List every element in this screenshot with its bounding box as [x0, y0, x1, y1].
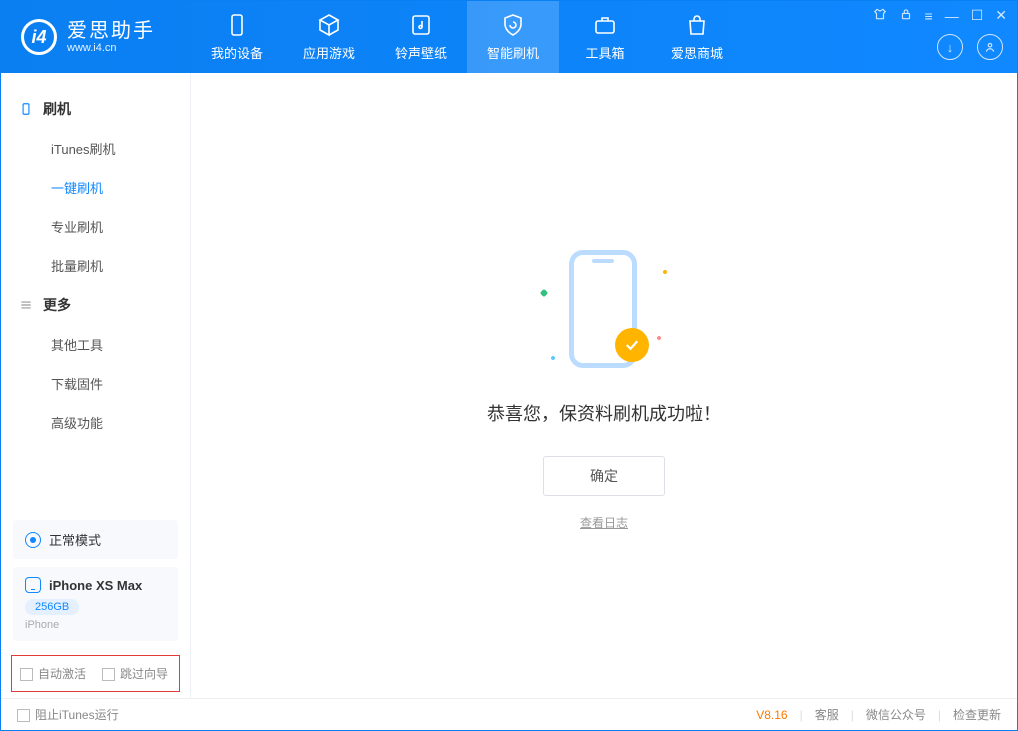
close-button[interactable]: ✕: [995, 7, 1007, 24]
sidebar-item-itunes-flash[interactable]: iTunes刷机: [1, 129, 190, 168]
list-icon: [19, 298, 33, 312]
sidebar-item-download-firmware[interactable]: 下载固件: [1, 364, 190, 403]
tab-label: 我的设备: [211, 43, 263, 62]
sidebar-item-other-tools[interactable]: 其他工具: [1, 325, 190, 364]
app-logo: i4 爱思助手 www.i4.cn: [1, 1, 191, 73]
sidebar-item-oneclick-flash[interactable]: 一键刷机: [1, 168, 190, 207]
download-icon[interactable]: ↓: [937, 34, 963, 60]
checkbox-block-itunes[interactable]: 阻止iTunes运行: [17, 706, 119, 723]
phone-icon: [225, 13, 249, 37]
minimize-button[interactable]: —: [945, 8, 959, 24]
music-note-icon: [409, 13, 433, 37]
lock-icon[interactable]: [899, 7, 913, 24]
footer-link-wechat[interactable]: 微信公众号: [866, 706, 926, 723]
device-name: iPhone XS Max: [49, 578, 142, 593]
shield-refresh-icon: [501, 13, 525, 37]
sidebar-group-flash: 刷机: [1, 89, 190, 129]
app-url: www.i4.cn: [67, 42, 155, 54]
device-small-icon: [25, 577, 41, 593]
mode-icon: [25, 532, 41, 548]
tab-label: 工具箱: [585, 43, 624, 62]
tab-toolbox[interactable]: 工具箱: [559, 1, 651, 73]
device-card[interactable]: iPhone XS Max 256GB iPhone: [13, 567, 178, 641]
mode-card[interactable]: 正常模式: [13, 520, 178, 559]
tab-smart-flash[interactable]: 智能刷机: [467, 1, 559, 73]
logo-icon: i4: [21, 19, 57, 55]
menu-icon[interactable]: ≡: [925, 8, 933, 24]
tab-label: 铃声壁纸: [395, 43, 447, 62]
sidebar: 刷机 iTunes刷机 一键刷机 专业刷机 批量刷机 更多 其他工具 下载固件 …: [1, 73, 191, 698]
title-bar: i4 爱思助手 www.i4.cn 我的设备 应用游戏 铃声壁纸 智能刷机 工具…: [1, 1, 1017, 73]
tab-ringtones-wallpapers[interactable]: 铃声壁纸: [375, 1, 467, 73]
briefcase-icon: [593, 13, 617, 37]
checkbox-skip-wizard[interactable]: 跳过向导: [102, 665, 168, 682]
sidebar-item-batch-flash[interactable]: 批量刷机: [1, 246, 190, 285]
main-content: 恭喜您，保资料刷机成功啦！ 确定 查看日志: [191, 73, 1017, 698]
maximize-button[interactable]: ☐: [971, 7, 984, 24]
app-title: 爱思助手: [67, 20, 155, 42]
main-tabs: 我的设备 应用游戏 铃声壁纸 智能刷机 工具箱 爱思商城: [191, 1, 743, 73]
sidebar-item-pro-flash[interactable]: 专业刷机: [1, 207, 190, 246]
shirt-icon[interactable]: [873, 7, 887, 24]
checkbox-auto-activate[interactable]: 自动激活: [20, 665, 86, 682]
device-type: iPhone: [25, 619, 166, 631]
tab-apps-games[interactable]: 应用游戏: [283, 1, 375, 73]
tab-store[interactable]: 爱思商城: [651, 1, 743, 73]
mode-label: 正常模式: [49, 530, 101, 549]
success-illustration: [529, 240, 679, 380]
cube-icon: [317, 13, 341, 37]
footer-link-update[interactable]: 检查更新: [953, 706, 1001, 723]
tab-label: 爱思商城: [671, 43, 723, 62]
status-bar: 阻止iTunes运行 V8.16 | 客服 | 微信公众号 | 检查更新: [1, 698, 1017, 730]
tab-my-device[interactable]: 我的设备: [191, 1, 283, 73]
sidebar-group-more: 更多: [1, 285, 190, 325]
version-label: V8.16: [756, 708, 787, 722]
device-capacity-badge: 256GB: [25, 599, 79, 615]
sidebar-item-advanced[interactable]: 高级功能: [1, 403, 190, 442]
shopping-bag-icon: [685, 13, 709, 37]
confirm-button[interactable]: 确定: [543, 456, 665, 496]
view-log-link[interactable]: 查看日志: [580, 514, 628, 531]
device-icon: [19, 102, 33, 116]
check-icon: [615, 328, 649, 362]
options-row: 自动激活 跳过向导: [11, 655, 180, 692]
footer-link-support[interactable]: 客服: [815, 706, 839, 723]
tab-label: 应用游戏: [303, 43, 355, 62]
result-message: 恭喜您，保资料刷机成功啦！: [487, 400, 721, 426]
tab-label: 智能刷机: [487, 43, 539, 62]
user-icon[interactable]: [977, 34, 1003, 60]
